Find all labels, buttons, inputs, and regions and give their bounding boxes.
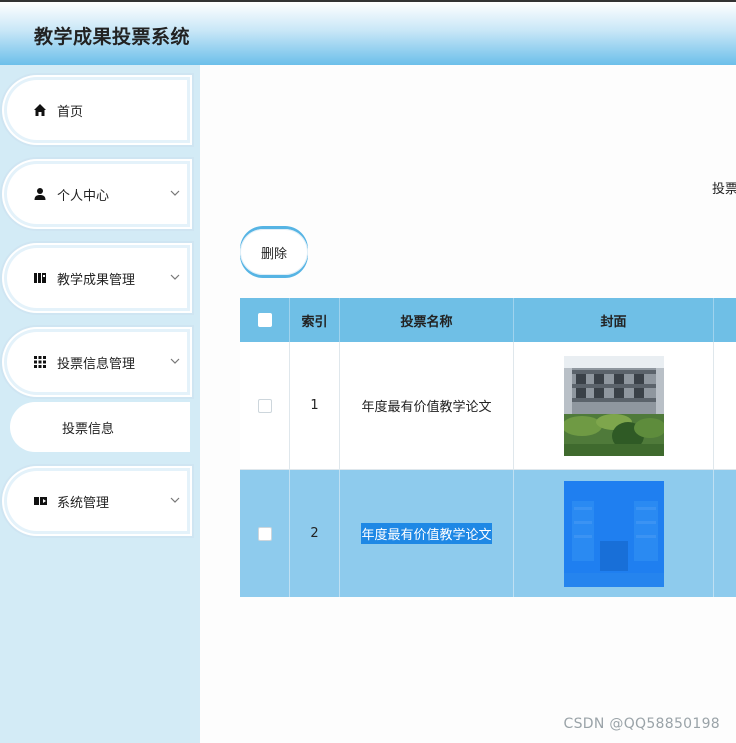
row-checkbox[interactable] — [257, 526, 272, 541]
select-all-checkbox[interactable] — [257, 313, 272, 327]
search-label: 投票 — [712, 182, 736, 197]
table-cell-more — [714, 342, 736, 470]
sidebar-subitem-label: 投票信息 — [62, 421, 115, 437]
chevron-down-icon[interactable] — [170, 187, 180, 202]
delete-button[interactable]: 删除 — [240, 229, 308, 275]
sidebar-item-home[interactable]: 首页 — [4, 77, 190, 143]
table-cell-index: 2 — [290, 470, 340, 597]
cover-image[interactable] — [563, 480, 664, 587]
column-header-name: 投票名称 — [340, 298, 514, 342]
column-header-more — [714, 298, 736, 342]
sidebar-subitem-vote-info[interactable]: 投票信息 — [10, 402, 190, 452]
ticket-icon — [32, 493, 48, 509]
sidebar-item-label: 个人中心 — [57, 188, 110, 204]
table-cell-more — [714, 470, 736, 597]
sidebar-item-achievements[interactable]: 教学成果管理 — [4, 245, 190, 311]
table-cell-name: 年度最有价值教学论文 — [340, 342, 514, 470]
sidebar: 首页 个人中心 教学成果管理 投票信息管理 投票信息 系统管理 — [0, 65, 200, 743]
selected-text: 年度最有价值教学论文 — [361, 523, 492, 544]
user-icon — [32, 186, 48, 202]
watermark: CSDN @QQ58850198 — [563, 716, 720, 732]
sidebar-item-label: 系统管理 — [57, 495, 110, 511]
table-cell-cover — [514, 470, 714, 597]
cover-image[interactable] — [563, 355, 664, 456]
app-title: 教学成果投票系统 — [34, 26, 191, 48]
sidebar-item-label: 首页 — [57, 104, 84, 120]
sidebar-item-vote-management[interactable]: 投票信息管理 — [4, 329, 190, 395]
grid-icon — [32, 354, 48, 370]
table-cell-name: 年度最有价值教学论文 — [340, 470, 514, 597]
column-header-cover: 封面 — [514, 298, 714, 342]
table-row-checkbox-cell[interactable] — [240, 342, 290, 470]
select-all-cell[interactable] — [240, 298, 290, 342]
row-checkbox[interactable] — [257, 398, 272, 413]
sidebar-item-personal[interactable]: 个人中心 — [4, 161, 190, 227]
table-row-checkbox-cell[interactable] — [240, 470, 290, 597]
column-header-index: 索引 — [290, 298, 340, 342]
sidebar-item-system[interactable]: 系统管理 — [4, 468, 190, 534]
chevron-down-icon[interactable] — [170, 494, 180, 509]
sidebar-item-label: 教学成果管理 — [57, 272, 136, 288]
home-icon — [32, 102, 48, 118]
sidebar-item-label: 投票信息管理 — [57, 356, 136, 372]
chevron-down-icon[interactable] — [170, 271, 180, 286]
book-icon — [32, 270, 48, 286]
table-cell-index: 1 — [290, 342, 340, 470]
table-cell-cover — [514, 342, 714, 470]
top-bar: 教学成果投票系统 — [0, 0, 736, 65]
chevron-down-icon[interactable] — [170, 355, 180, 370]
